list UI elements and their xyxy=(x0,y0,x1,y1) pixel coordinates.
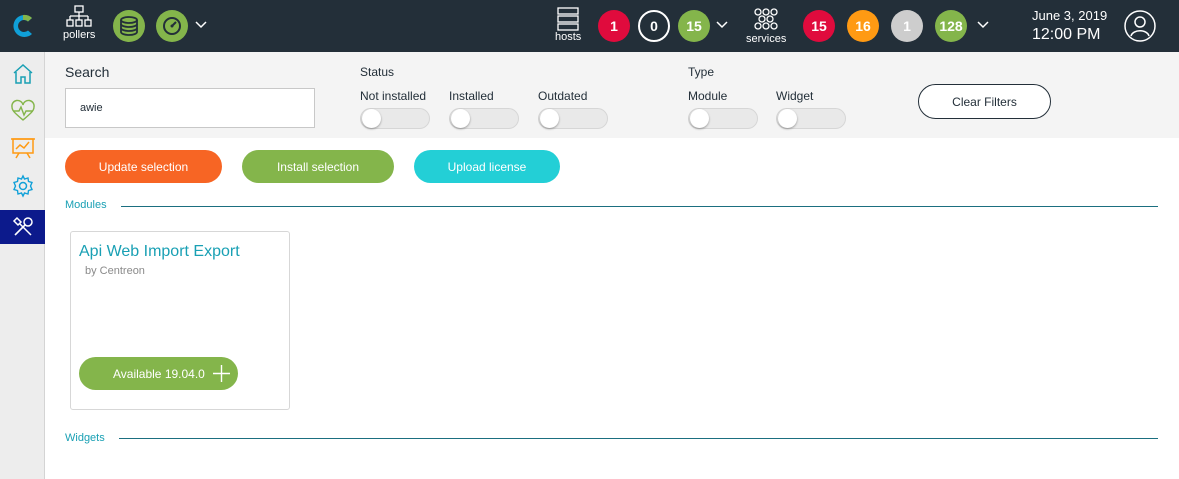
installed-toggle[interactable] xyxy=(449,108,519,129)
widgets-divider xyxy=(119,438,1158,439)
pollers-icon xyxy=(66,5,92,27)
not-installed-label: Not installed xyxy=(360,89,427,103)
chevron-down-icon[interactable] xyxy=(194,18,208,32)
pollers-label: pollers xyxy=(63,29,96,41)
modules-divider xyxy=(121,206,1158,207)
top-bar: pollers hosts 1 0 15 services 15 16 1 12… xyxy=(0,0,1179,52)
database-status-icon[interactable] xyxy=(113,10,145,42)
clock-gauge-icon xyxy=(163,17,181,35)
upload-license-button[interactable]: Upload license xyxy=(414,150,560,183)
not-installed-toggle[interactable] xyxy=(360,108,430,129)
type-title: Type xyxy=(688,65,715,79)
plus-icon xyxy=(213,365,230,382)
modules-section-title: Modules xyxy=(65,199,107,211)
module-name: Api Web Import Export xyxy=(79,243,240,260)
user-profile-icon[interactable] xyxy=(1124,10,1156,42)
sidebar xyxy=(0,52,45,479)
filters-panel: Search Status Not installed Installed Ou… xyxy=(45,52,1179,138)
hosts-label: hosts xyxy=(555,31,582,43)
services-critical-count[interactable]: 15 xyxy=(803,10,835,42)
installed-label: Installed xyxy=(449,89,494,103)
status-title: Status xyxy=(360,65,395,79)
pollers-menu[interactable]: pollers xyxy=(63,5,95,41)
widget-label: Widget xyxy=(776,89,814,103)
install-selection-button[interactable]: Install selection xyxy=(242,150,394,183)
services-menu[interactable]: services xyxy=(746,7,786,45)
hosts-up-count[interactable]: 15 xyxy=(678,10,710,42)
module-toggle[interactable] xyxy=(688,108,758,129)
current-date: June 3, 2019 xyxy=(1032,8,1108,23)
gear-icon xyxy=(12,174,33,198)
database-icon xyxy=(120,16,138,36)
hosts-unreachable-count[interactable]: 0 xyxy=(638,10,670,42)
services-label: services xyxy=(746,33,787,45)
sidebar-item-configuration[interactable] xyxy=(0,169,45,203)
home-icon xyxy=(13,63,32,84)
update-selection-button[interactable]: Update selection xyxy=(65,150,222,183)
hosts-down-count[interactable]: 1 xyxy=(598,10,630,42)
sidebar-item-monitoring[interactable] xyxy=(0,94,45,128)
centreon-logo[interactable] xyxy=(0,0,45,52)
hosts-menu[interactable]: hosts xyxy=(555,7,581,43)
heartbeat-icon xyxy=(10,99,35,121)
presentation-chart-icon xyxy=(10,138,35,159)
chevron-down-icon[interactable] xyxy=(715,18,729,32)
widgets-section-title: Widgets xyxy=(65,432,105,444)
services-icon xyxy=(754,8,778,30)
sidebar-item-reporting[interactable] xyxy=(0,131,45,165)
sidebar-item-home[interactable] xyxy=(0,57,45,91)
tools-icon xyxy=(12,216,33,236)
search-input[interactable] xyxy=(65,88,315,128)
services-warning-count[interactable]: 16 xyxy=(847,10,879,42)
clock: June 3, 2019 12:00 PM xyxy=(1032,8,1117,46)
latency-status-icon[interactable] xyxy=(156,10,188,42)
module-label: Module xyxy=(688,89,728,103)
centreon-logo-icon xyxy=(12,14,32,37)
hosts-icon xyxy=(557,7,579,31)
install-module-button[interactable]: Available 19.04.0 xyxy=(79,357,238,390)
sidebar-item-administration[interactable] xyxy=(0,210,45,244)
chevron-down-icon[interactable] xyxy=(976,18,990,32)
services-ok-count[interactable]: 128 xyxy=(935,10,967,42)
services-unknown-count[interactable]: 1 xyxy=(891,10,923,42)
clear-filters-button[interactable]: Clear Filters xyxy=(918,84,1051,119)
module-status-label: Available 19.04.0 xyxy=(113,366,205,381)
widget-toggle[interactable] xyxy=(776,108,846,129)
outdated-label: Outdated xyxy=(538,89,588,103)
outdated-toggle[interactable] xyxy=(538,108,608,129)
module-card[interactable]: Api Web Import Export by Centreon Availa… xyxy=(70,231,290,410)
module-author: by Centreon xyxy=(85,265,145,277)
current-time: 12:00 PM xyxy=(1032,26,1101,43)
search-label: Search xyxy=(65,64,110,80)
